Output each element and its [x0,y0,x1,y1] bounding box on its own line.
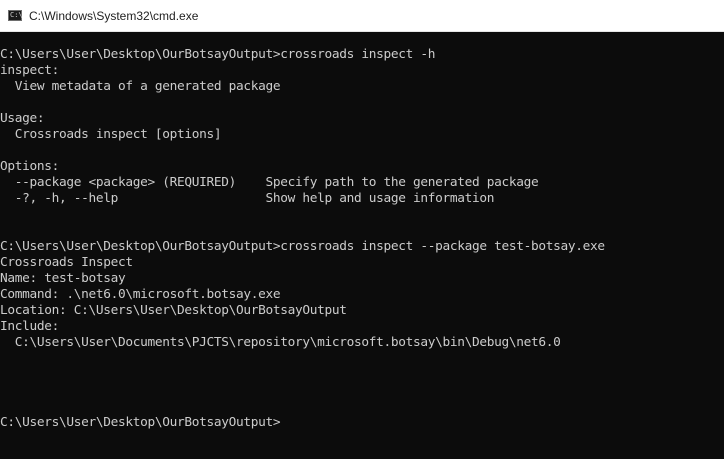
console-line: Command: .\net6.0\microsoft.botsay.exe [0,287,281,302]
console-output[interactable]: C:\Users\User\Desktop\OurBotsayOutput>cr… [0,32,724,459]
console-line: C:\Users\User\Documents\PJCTS\repository… [0,335,561,350]
console-line: Location: C:\Users\User\Desktop\OurBotsa… [0,303,347,318]
console-line: --package <package> (REQUIRED) Specify p… [0,175,539,190]
console-line: View metadata of a generated package [0,79,281,94]
console-line: Options: [0,159,59,174]
console-line: Crossroads Inspect [0,255,133,270]
cmd-icon: C:\ [8,10,23,21]
console-line: inspect: [0,63,59,78]
console-prompt[interactable]: C:\Users\User\Desktop\OurBotsayOutput> [0,415,724,431]
console-line: C:\Users\User\Desktop\OurBotsayOutput>cr… [0,239,605,254]
console-line: -?, -h, --help Show help and usage infor… [0,191,495,206]
title-bar[interactable]: C:\ C:\Windows\System32\cmd.exe [0,0,724,32]
console-line: Crossroads inspect [options] [0,127,222,142]
cmd-window: C:\ C:\Windows\System32\cmd.exe C:\Users… [0,0,724,459]
console-line: C:\Users\User\Desktop\OurBotsayOutput>cr… [0,47,436,62]
console-line: Include: [0,319,59,334]
console-line: Usage: [0,111,45,126]
console-line: Name: test-botsay [0,271,126,286]
window-title: C:\Windows\System32\cmd.exe [29,9,199,23]
